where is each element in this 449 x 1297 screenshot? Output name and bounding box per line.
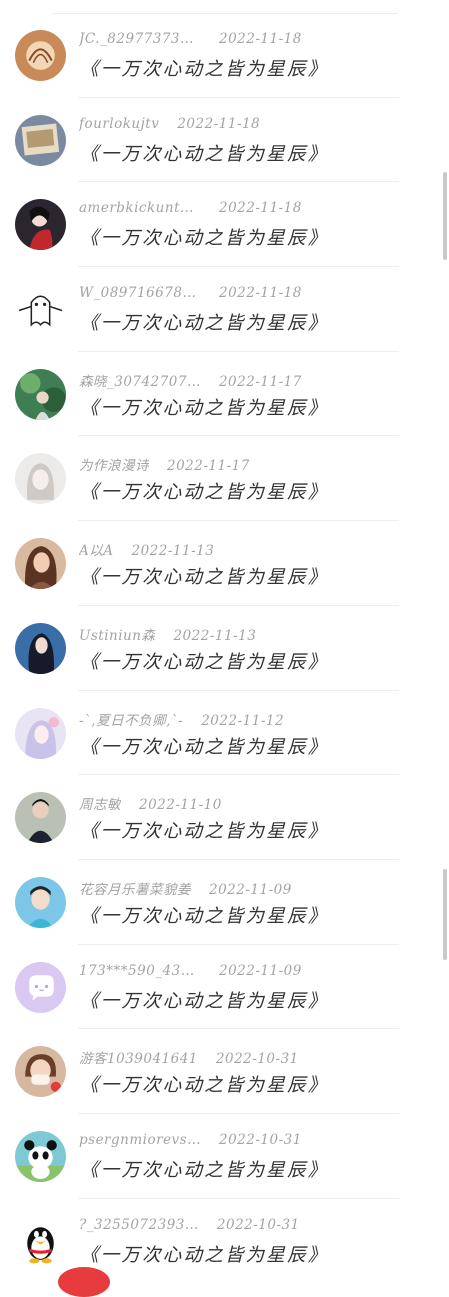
avatar[interactable]	[15, 368, 66, 420]
comment-item[interactable]: 森晓_30742707… 2022-11-17 《一万次心动之皆为星辰》	[0, 352, 449, 437]
comment-item[interactable]: 游客1039041641 2022-10-31 《一万次心动之皆为星辰》	[0, 1029, 449, 1114]
username[interactable]: psergnmiorevsfsi	[79, 1132, 201, 1148]
comment-meta: ?_3255072393… 2022-10-31	[79, 1217, 300, 1233]
avatar[interactable]	[15, 707, 66, 759]
comment-text: 《一万次心动之皆为星辰》	[80, 143, 329, 165]
avatar[interactable]	[15, 453, 66, 505]
avatar[interactable]	[15, 30, 66, 81]
comment-date: 2022-11-18	[219, 200, 302, 217]
comment-item[interactable]: fourlokujtv 2022-11-18 《一万次心动之皆为星辰》	[0, 98, 449, 183]
comment-date: 2022-10-31	[216, 1216, 300, 1233]
comment-meta: amerbkickuntouri… 2022-11-18	[79, 200, 302, 216]
comment-meta: 173***590_434… 2022-11-09	[79, 963, 302, 979]
username[interactable]: ?_3255072393…	[79, 1217, 199, 1233]
comment-date: 2022-10-31	[215, 1051, 299, 1068]
comment-date: 2022-11-12	[201, 712, 285, 729]
username[interactable]: JC._829773735…	[79, 31, 201, 47]
comment-date: 2022-11-09	[219, 962, 302, 979]
comment-date: 2022-10-31	[219, 1131, 302, 1148]
comment-meta: W_08971667866… 2022-11-18	[79, 285, 302, 301]
avatar[interactable]	[15, 538, 66, 590]
comment-item[interactable]: JC._829773735… 2022-11-18 《一万次心动之皆为星辰》	[0, 13, 449, 98]
avatar[interactable]	[15, 961, 66, 1013]
username[interactable]: fourlokujtv	[79, 116, 159, 132]
username[interactable]: 周志敏	[79, 793, 121, 813]
comment-text: 《一万次心动之皆为星辰》	[80, 736, 329, 758]
comment-text: 《一万次心动之皆为星辰》	[80, 1244, 329, 1266]
comment-list: JC._829773735… 2022-11-18 《一万次心动之皆为星辰》 fo…	[0, 13, 449, 1283]
comment-meta: 为作浪漫诗 2022-11-17	[79, 454, 250, 474]
comment-text: 《一万次心动之皆为星辰》	[80, 990, 329, 1012]
comment-meta: psergnmiorevsfsi 2022-10-31	[79, 1132, 302, 1148]
username[interactable]: 173***590_434…	[79, 963, 201, 979]
comment-meta: Ustiniun森 2022-11-13	[79, 624, 256, 644]
username[interactable]: W_08971667866…	[79, 285, 201, 301]
comment-meta: 森晓_30742707… 2022-11-17	[79, 370, 302, 390]
comment-meta: 周志敏 2022-11-10	[79, 793, 222, 813]
username[interactable]: A以A	[79, 539, 114, 559]
comment-date: 2022-11-10	[139, 797, 222, 814]
username[interactable]: Ustiniun森	[79, 624, 155, 644]
comment-text: 《一万次心动之皆为星辰》	[80, 1159, 329, 1181]
username[interactable]: 游客1039041641	[79, 1047, 198, 1067]
comment-text: 《一万次心动之皆为星辰》	[80, 482, 329, 504]
username[interactable]: 森晓_30742707…	[79, 370, 201, 390]
comment-item[interactable]: 周志敏 2022-11-10 《一万次心动之皆为星辰》	[0, 775, 449, 860]
avatar[interactable]	[15, 114, 66, 166]
avatar[interactable]	[15, 792, 66, 844]
avatar[interactable]	[15, 876, 66, 928]
comment-date: 2022-11-13	[131, 543, 215, 560]
username[interactable]: -`,夏日不负卿,`-	[79, 709, 183, 729]
comment-date: 2022-11-17	[167, 458, 250, 475]
username[interactable]: 为作浪漫诗	[79, 454, 149, 474]
comment-date: 2022-11-17	[218, 373, 302, 390]
comment-date: 2022-11-18	[177, 115, 261, 132]
comment-meta: -`,夏日不负卿,`- 2022-11-12	[79, 709, 284, 729]
scrollbar-thumb[interactable]	[443, 869, 447, 960]
comment-text: 《一万次心动之皆为星辰》	[80, 397, 329, 419]
comment-text: 《一万次心动之皆为星辰》	[80, 821, 329, 843]
avatar[interactable]	[15, 1130, 66, 1182]
avatar[interactable]	[15, 622, 66, 674]
comment-item[interactable]: -`,夏日不负卿,`- 2022-11-12 《一万次心动之皆为星辰》	[0, 691, 449, 776]
comment-text: 《一万次心动之皆为星辰》	[80, 905, 329, 927]
comment-text: 《一万次心动之皆为星辰》	[80, 1075, 329, 1097]
comment-item[interactable]: A以A 2022-11-13 《一万次心动之皆为星辰》	[0, 521, 449, 606]
floating-action-button[interactable]	[58, 1267, 110, 1297]
comment-text: 《一万次心动之皆为星辰》	[80, 228, 329, 250]
comment-text: 《一万次心动之皆为星辰》	[80, 313, 329, 335]
username[interactable]: amerbkickuntouri…	[79, 200, 201, 216]
comment-item[interactable]: 173***590_434… 2022-11-09 《一万次心动之皆为星辰》	[0, 945, 449, 1030]
avatar[interactable]	[15, 284, 66, 336]
comment-item[interactable]: 花容月乐薯菜貌姜 2022-11-09 《一万次心动之皆为星辰》	[0, 860, 449, 945]
comment-item[interactable]: W_08971667866… 2022-11-18 《一万次心动之皆为星辰》	[0, 267, 449, 352]
comment-item[interactable]: Ustiniun森 2022-11-13 《一万次心动之皆为星辰》	[0, 606, 449, 691]
comment-item[interactable]: psergnmiorevsfsi 2022-10-31 《一万次心动之皆为星辰》	[0, 1114, 449, 1199]
comment-item[interactable]: amerbkickuntouri… 2022-11-18 《一万次心动之皆为星辰》	[0, 182, 449, 268]
avatar[interactable]	[15, 1046, 66, 1098]
comment-text: 《一万次心动之皆为星辰》	[80, 567, 329, 589]
username[interactable]: 花容月乐薯菜貌姜	[79, 878, 191, 898]
comment-text: 《一万次心动之皆为星辰》	[80, 59, 329, 80]
comment-meta: A以A 2022-11-13	[79, 539, 214, 559]
comment-date: 2022-11-18	[219, 285, 302, 302]
comment-date: 2022-11-09	[209, 881, 292, 898]
comment-meta: 花容月乐薯菜貌姜 2022-11-09	[79, 878, 292, 898]
comment-date: 2022-11-13	[173, 627, 257, 644]
scrollbar-thumb[interactable]	[443, 172, 447, 260]
avatar[interactable]	[15, 199, 66, 251]
comment-meta: 游客1039041641 2022-10-31	[79, 1047, 299, 1067]
comment-meta: JC._829773735… 2022-11-18	[79, 31, 302, 47]
comment-item[interactable]: 为作浪漫诗 2022-11-17 《一万次心动之皆为星辰》	[0, 436, 449, 522]
comment-date: 2022-11-18	[219, 31, 302, 47]
comment-text: 《一万次心动之皆为星辰》	[80, 651, 329, 673]
avatar[interactable]	[15, 1215, 66, 1267]
comment-meta: fourlokujtv 2022-11-18	[79, 116, 260, 132]
